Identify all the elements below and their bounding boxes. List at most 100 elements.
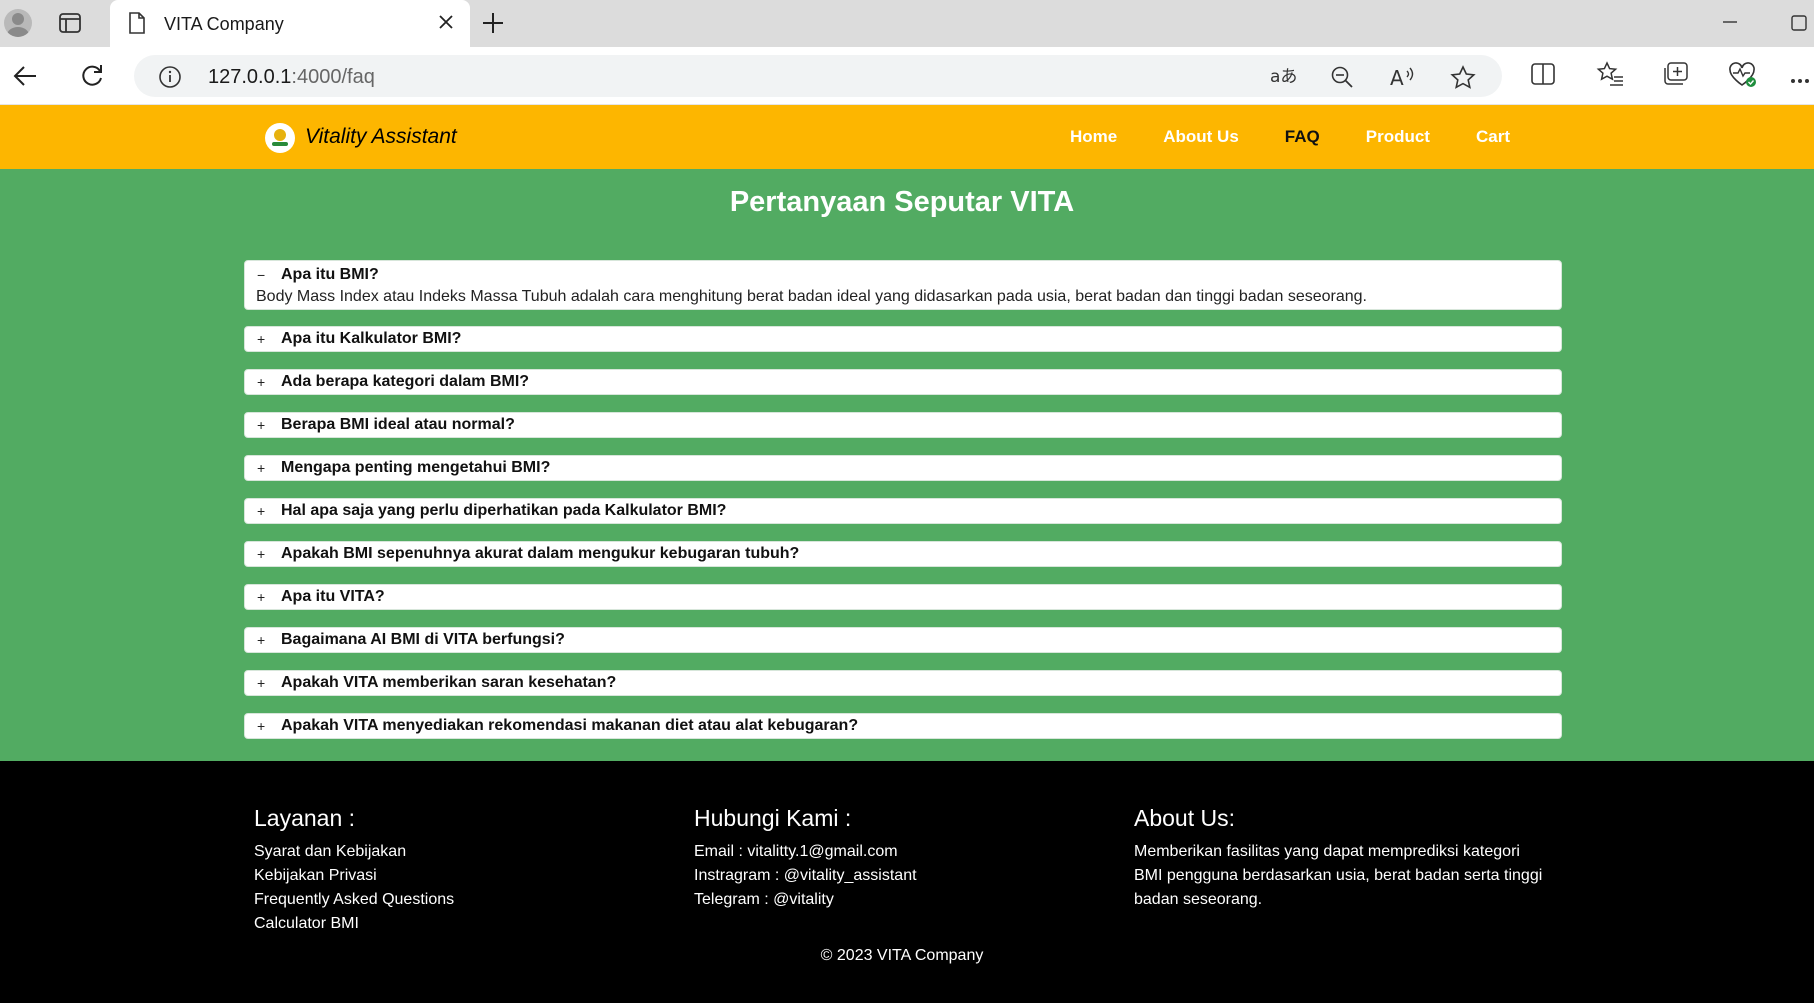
faq-question-text: Apakah VITA menyediakan rekomendasi maka…: [281, 717, 859, 734]
profile-avatar-icon[interactable]: [4, 9, 32, 37]
footer-link[interactable]: Kebijakan Privasi: [254, 864, 454, 888]
favorite-star-icon[interactable]: [1450, 65, 1476, 96]
page-title: Pertanyaan Seputar VITA: [729, 186, 1075, 218]
faq-question[interactable]: + Apa itu Kalkulator BMI?: [245, 327, 1561, 351]
faq-section: Pertanyaan Seputar VITA − Apa itu BMI? Bo…: [0, 169, 1814, 761]
expand-icon: +: [257, 503, 266, 519]
address-bar[interactable]: 127.0.0.1:4000/faq aあ A: [134, 55, 1502, 97]
read-aloud-icon[interactable]: A: [1390, 65, 1416, 94]
faq-item[interactable]: + Bagaimana AI BMI di VITA berfungsi?: [244, 627, 1562, 653]
faq-item[interactable]: + Mengapa penting mengetahui BMI?: [244, 455, 1562, 481]
tab-title: VITA Company: [164, 14, 284, 34]
expand-icon: +: [257, 589, 266, 605]
web-page: Vitality Assistant Home About Us FAQ Pro…: [0, 105, 1814, 1003]
reload-icon[interactable]: [78, 62, 106, 95]
expand-icon: +: [257, 632, 266, 648]
zoom-out-icon[interactable]: [1330, 65, 1354, 94]
expand-icon: +: [257, 546, 266, 562]
browser-tab-active[interactable]: VITA Company: [110, 0, 470, 47]
faq-item[interactable]: − Apa itu BMI? Body Mass Index atau Indek…: [244, 260, 1562, 310]
footer-about-text: BMI pengguna berdasarkan usia, berat bad…: [1134, 867, 1543, 884]
expand-icon: +: [257, 675, 266, 691]
faq-answer: Body Mass Index atau Indeks Massa Tubuh …: [256, 288, 1367, 305]
faq-question[interactable]: − Apa itu BMI?: [245, 261, 1561, 287]
brand-name[interactable]: Vitality Assistant: [305, 125, 457, 149]
split-screen-icon[interactable]: [1530, 61, 1556, 92]
faq-question-text: Berapa BMI ideal atau normal?: [281, 416, 515, 433]
close-tab-icon[interactable]: [436, 12, 456, 37]
brand-logo-icon[interactable]: [265, 123, 295, 153]
faq-item[interactable]: + Apa itu Kalkulator BMI?: [244, 326, 1562, 352]
browser-toolbar: 127.0.0.1:4000/faq aあ A: [0, 47, 1814, 105]
faq-item[interactable]: + Berapa BMI ideal atau normal?: [244, 412, 1562, 438]
expand-icon: +: [257, 417, 266, 433]
svg-text:aあ: aあ: [1270, 67, 1296, 87]
faq-question-text: Apa itu BMI?: [281, 266, 379, 283]
faq-question[interactable]: + Apakah VITA menyediakan rekomendasi mak…: [245, 714, 1561, 738]
faq-item[interactable]: + Hal apa saja yang perlu diperhatikan pa…: [244, 498, 1562, 524]
new-tab-icon[interactable]: [481, 11, 505, 40]
faq-question[interactable]: + Apa itu VITA?: [245, 585, 1561, 609]
faq-item[interactable]: + Apa itu VITA?: [244, 584, 1562, 610]
faq-question[interactable]: + Berapa BMI ideal atau normal?: [245, 413, 1561, 437]
faq-question[interactable]: + Apakah VITA memberikan saran kesehatan?: [245, 671, 1561, 695]
collections-icon[interactable]: [1662, 61, 1690, 92]
expand-icon: +: [257, 718, 266, 734]
browser-tabstrip: VITA Company: [0, 0, 1814, 47]
svg-text:A: A: [1390, 66, 1404, 89]
faq-item[interactable]: + Apakah VITA memberikan saran kesehatan?: [244, 670, 1562, 696]
footer-heading: About Us:: [1134, 805, 1235, 831]
footer-link[interactable]: Frequently Asked Questions: [254, 888, 454, 912]
nav-link-about-us[interactable]: About Us: [1163, 127, 1239, 147]
minimize-window-icon[interactable]: [1720, 12, 1740, 37]
footer-link[interactable]: Calculator BMI: [254, 912, 454, 936]
site-footer: Layanan : Syarat dan Kebijakan Kebijakan…: [0, 761, 1814, 1003]
back-arrow-icon[interactable]: [12, 62, 40, 95]
faq-list: − Apa itu BMI? Body Mass Index atau Indek…: [244, 260, 1562, 756]
nav-link-product[interactable]: Product: [1366, 127, 1430, 147]
faq-question-text: Apakah VITA memberikan saran kesehatan?: [281, 674, 617, 691]
translate-icon[interactable]: aあ: [1270, 65, 1297, 92]
faq-question-text: Mengapa penting mengetahui BMI?: [281, 459, 551, 476]
nav-link-home[interactable]: Home: [1070, 127, 1117, 147]
faq-question-text: Bagaimana AI BMI di VITA berfungsi?: [281, 631, 565, 648]
footer-hubungi: Hubungi Kami : Email : vitalitty.1@gmail…: [694, 805, 917, 912]
favorites-list-icon[interactable]: [1596, 61, 1624, 92]
site-navbar: Vitality Assistant Home About Us FAQ Pro…: [0, 105, 1814, 169]
tab-actions-icon[interactable]: [58, 11, 82, 35]
faq-question-text: Apakah BMI sepenuhnya akurat dalam mengu…: [281, 545, 800, 562]
nav-links: Home About Us FAQ Product Cart: [1070, 127, 1556, 147]
faq-question[interactable]: + Ada berapa kategori dalam BMI?: [245, 370, 1561, 394]
faq-question[interactable]: + Bagaimana AI BMI di VITA berfungsi?: [245, 628, 1561, 652]
footer-about: About Us: Memberikan fasilitas yang dapa…: [1134, 805, 1542, 912]
footer-about-text: Memberikan fasilitas yang dapat mempredi…: [1134, 843, 1520, 860]
browser-essentials-icon[interactable]: [1728, 61, 1758, 94]
expand-icon: +: [257, 374, 266, 390]
more-menu-icon[interactable]: [1790, 71, 1810, 89]
faq-question-text: Ada berapa kategori dalam BMI?: [281, 373, 530, 390]
faq-item[interactable]: + Apakah BMI sepenuhnya akurat dalam meng…: [244, 541, 1562, 567]
footer-contact: Telegram : @vitality: [694, 891, 834, 908]
footer-link[interactable]: Syarat dan Kebijakan: [254, 840, 454, 864]
faq-question-text: Hal apa saja yang perlu diperhatikan pad…: [281, 502, 727, 519]
expand-icon: +: [257, 460, 266, 476]
footer-layanan: Layanan : Syarat dan Kebijakan Kebijakan…: [254, 805, 454, 936]
expand-icon: +: [257, 331, 266, 347]
page-document-icon: [128, 12, 146, 39]
faq-question[interactable]: + Hal apa saja yang perlu diperhatikan pa…: [245, 499, 1561, 523]
footer-contact: Email : vitalitty.1@gmail.com: [694, 843, 898, 860]
site-info-icon[interactable]: [158, 65, 182, 94]
faq-question[interactable]: + Apakah BMI sepenuhnya akurat dalam meng…: [245, 542, 1561, 566]
footer-about-text: badan seseorang.: [1134, 891, 1263, 908]
faq-question-text: Apa itu Kalkulator BMI?: [281, 330, 462, 347]
faq-question[interactable]: + Mengapa penting mengetahui BMI?: [245, 456, 1561, 480]
collapse-icon: −: [257, 267, 266, 283]
maximize-window-icon[interactable]: [1790, 14, 1808, 37]
faq-item[interactable]: + Ada berapa kategori dalam BMI?: [244, 369, 1562, 395]
nav-link-faq[interactable]: FAQ: [1285, 127, 1320, 147]
footer-heading: Layanan :: [254, 805, 356, 831]
nav-link-cart[interactable]: Cart: [1476, 127, 1510, 147]
footer-heading: Hubungi Kami :: [694, 805, 852, 831]
faq-item[interactable]: + Apakah VITA menyediakan rekomendasi mak…: [244, 713, 1562, 739]
faq-question-text: Apa itu VITA?: [281, 588, 385, 605]
